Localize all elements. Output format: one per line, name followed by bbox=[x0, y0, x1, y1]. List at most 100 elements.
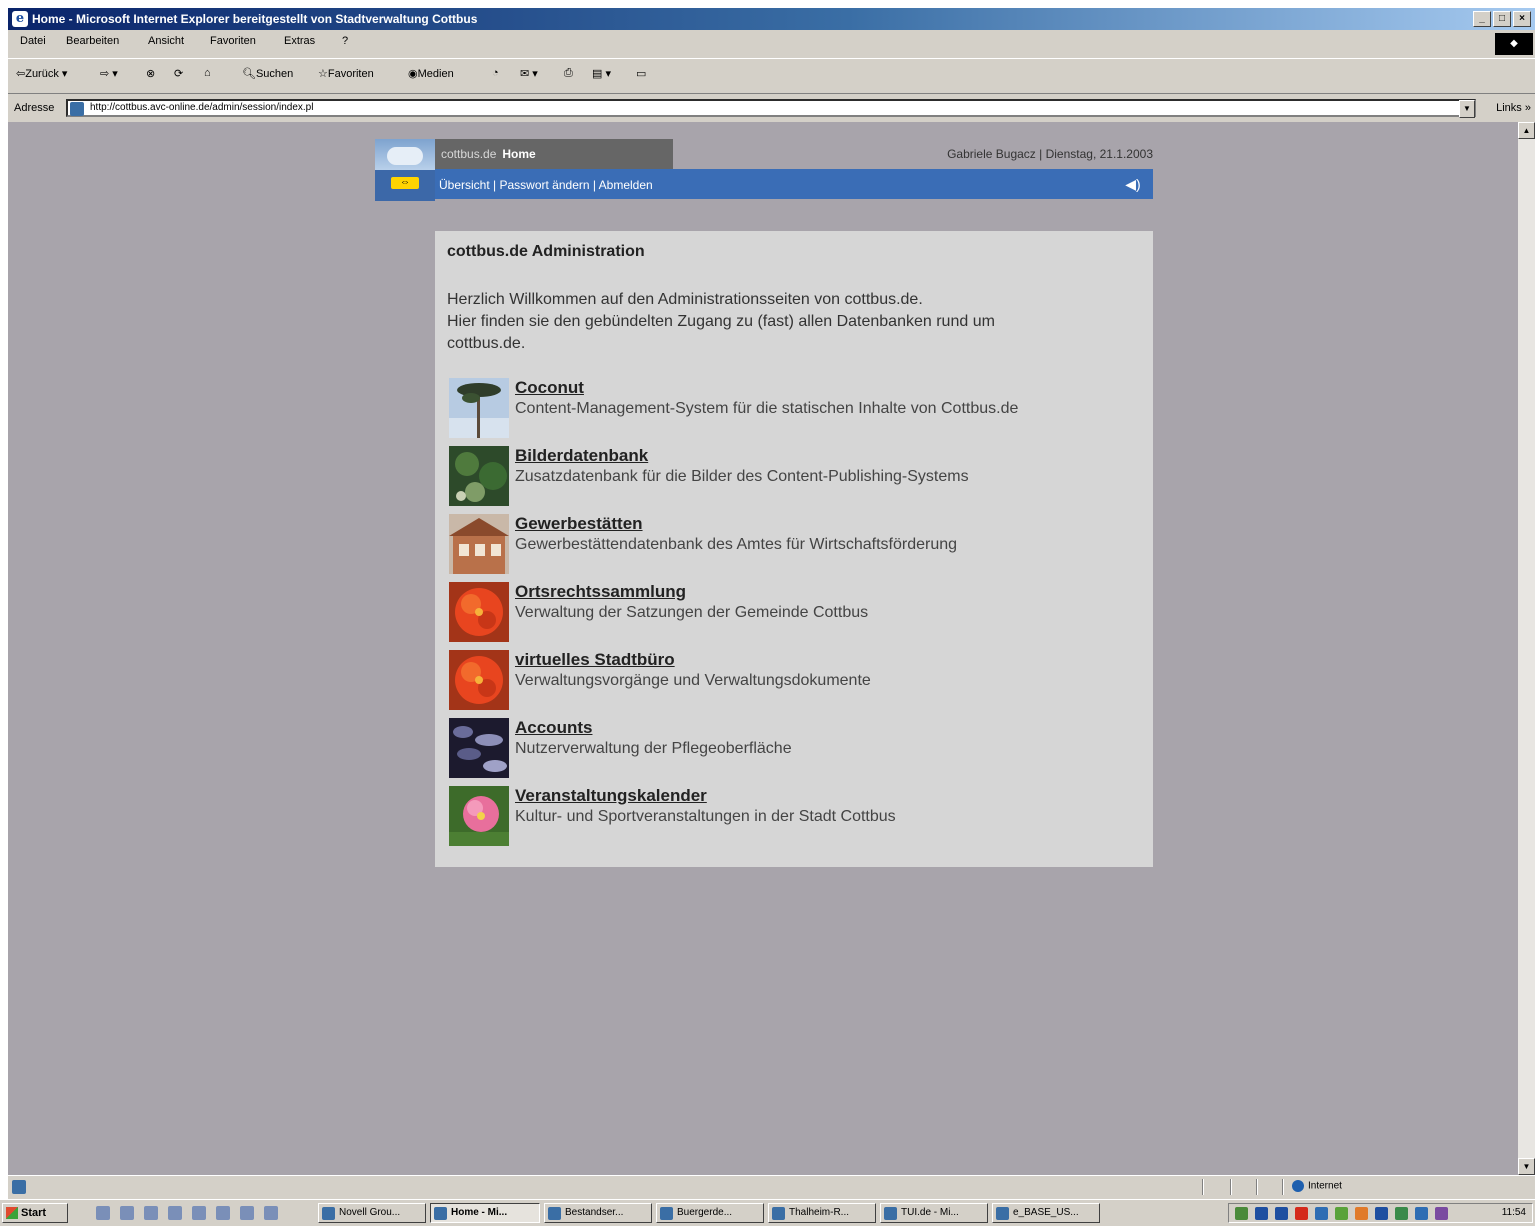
entry-link-accounts[interactable]: Accounts bbox=[515, 718, 592, 738]
minimize-button[interactable]: _ bbox=[1473, 11, 1491, 27]
home-icon[interactable]: ⌂ bbox=[204, 67, 211, 79]
ie-icon bbox=[884, 1207, 897, 1220]
mail-icon[interactable]: ✉ ▾ bbox=[520, 67, 538, 80]
taskbar-item[interactable]: Novell Grou... bbox=[318, 1203, 426, 1223]
taskbar-item[interactable]: TUI.de - Mi... bbox=[880, 1203, 988, 1223]
menu-datei[interactable]: Datei bbox=[20, 35, 46, 47]
ie-icon: e bbox=[12, 11, 28, 27]
novell-tray-icon[interactable] bbox=[1295, 1207, 1308, 1220]
back-arrow-icon: ⇦ bbox=[16, 68, 26, 80]
nav-overview-link[interactable]: Übersicht bbox=[439, 178, 490, 192]
address-label: Adresse bbox=[14, 102, 55, 114]
tray-icon[interactable] bbox=[1255, 1207, 1268, 1220]
address-input[interactable]: http://cottbus.avc-online.de/admin/sessi… bbox=[66, 99, 1476, 117]
start-button[interactable]: Start bbox=[2, 1203, 68, 1223]
entry-description: Verwaltung der Satzungen der Gemeinde Co… bbox=[515, 604, 869, 621]
entry-link-gewerbestaetten[interactable]: Gewerbestätten bbox=[515, 514, 643, 534]
speaker-icon[interactable]: ◀) bbox=[1123, 174, 1143, 194]
quicklaunch-excel-icon[interactable] bbox=[216, 1206, 230, 1220]
quicklaunch-ie-icon[interactable] bbox=[120, 1206, 134, 1220]
tray-icon[interactable] bbox=[1435, 1207, 1448, 1220]
menu-ansicht[interactable]: Ansicht bbox=[148, 35, 184, 47]
entry-link-ortsrechtssammlung[interactable]: Ortsrechtssammlung bbox=[515, 582, 686, 602]
entry-description: Nutzerverwaltung der Pflegeoberfläche bbox=[515, 740, 792, 757]
address-dropdown-icon[interactable]: ▼ bbox=[1459, 100, 1475, 118]
media-icon: ◉ bbox=[408, 68, 418, 80]
search-button[interactable]: 🔍︎Suchen bbox=[242, 67, 293, 80]
entry-description: Zusatzdatenbank für die Bilder des Conte… bbox=[515, 468, 969, 485]
menu-bearbeiten[interactable]: Bearbeiten bbox=[66, 35, 119, 47]
red-flower-image[interactable] bbox=[449, 582, 509, 642]
tray-icon[interactable] bbox=[1375, 1207, 1388, 1220]
entry-link-virtuelles-stadtbuero[interactable]: virtuelles Stadtbüro bbox=[515, 650, 675, 670]
back-button[interactable]: ⇦Zurück ▾ bbox=[16, 67, 67, 80]
garden-image[interactable] bbox=[449, 446, 509, 506]
discuss-icon[interactable]: ▭ bbox=[636, 67, 646, 80]
taskbar-item[interactable]: Buergerde... bbox=[656, 1203, 764, 1223]
tray-icon[interactable] bbox=[1395, 1207, 1408, 1220]
search-icon: 🔍︎ bbox=[242, 68, 256, 80]
taskbar-item[interactable]: Thalheim-R... bbox=[768, 1203, 876, 1223]
menu-bar: Datei Bearbeiten Ansicht Favoriten Extra… bbox=[8, 32, 1535, 55]
menu-extras[interactable]: Extras bbox=[284, 35, 315, 47]
favorites-button[interactable]: ☆Favoriten bbox=[318, 67, 374, 80]
nav-change-password-link[interactable]: Passwort ändern bbox=[499, 178, 589, 192]
intro-line: cottbus.de. bbox=[447, 335, 526, 352]
scroll-down-icon[interactable]: ▼ bbox=[1518, 1158, 1535, 1175]
browser-window: e Home - Microsoft Internet Explorer ber… bbox=[8, 8, 1535, 1205]
entry-link-coconut[interactable]: Coconut bbox=[515, 378, 584, 398]
taskbar-item[interactable]: Bestandser... bbox=[544, 1203, 652, 1223]
scroll-up-icon[interactable]: ▲ bbox=[1518, 122, 1535, 139]
user-info: Gabriele Bugacz | Dienstag, 21.1.2003 bbox=[947, 147, 1153, 161]
links-button[interactable]: Links » bbox=[1496, 102, 1531, 114]
site-name: cottbus.de Home bbox=[441, 147, 536, 161]
tray-icon[interactable] bbox=[1355, 1207, 1368, 1220]
list-item: Accounts Nutzerverwaltung der Pflegeober… bbox=[449, 718, 1139, 780]
address-url: http://cottbus.avc-online.de/admin/sessi… bbox=[90, 102, 314, 113]
menu-favoriten[interactable]: Favoriten bbox=[210, 35, 256, 47]
red-flower-image[interactable] bbox=[449, 650, 509, 710]
entry-link-veranstaltungskalender[interactable]: Veranstaltungskalender bbox=[515, 786, 707, 806]
forward-button[interactable]: ⇨ ▾ bbox=[100, 67, 118, 80]
quicklaunch-word-icon[interactable] bbox=[192, 1206, 206, 1220]
refresh-icon[interactable]: ⟳ bbox=[174, 67, 183, 80]
tray-icon[interactable] bbox=[1235, 1207, 1248, 1220]
vertical-scrollbar[interactable]: ▲ ▼ bbox=[1518, 122, 1535, 1175]
tray-icon[interactable] bbox=[1335, 1207, 1348, 1220]
history-icon[interactable]: ◔ bbox=[492, 67, 499, 79]
quicklaunch-media-icon[interactable] bbox=[168, 1206, 182, 1220]
nav-logout-link[interactable]: Abmelden bbox=[599, 178, 653, 192]
media-button[interactable]: ◉Medien bbox=[408, 67, 454, 80]
building-image[interactable] bbox=[449, 514, 509, 574]
palm-tree-image[interactable] bbox=[449, 378, 509, 438]
tray-icon[interactable] bbox=[1415, 1207, 1428, 1220]
taskbar-item[interactable]: Home - Mi... bbox=[430, 1203, 540, 1223]
edit-icon[interactable]: ▤ ▾ bbox=[592, 67, 611, 80]
pink-flower-image[interactable] bbox=[449, 786, 509, 846]
quicklaunch-desktop-icon[interactable] bbox=[96, 1206, 110, 1220]
crowd-image[interactable] bbox=[449, 718, 509, 778]
pdf-icon bbox=[660, 1207, 673, 1220]
menu-help[interactable]: ? bbox=[342, 35, 348, 47]
entry-description: Kultur- und Sportveranstaltungen in der … bbox=[515, 808, 896, 825]
taskbar-item[interactable]: e_BASE_US... bbox=[992, 1203, 1100, 1223]
pdf-icon bbox=[772, 1207, 785, 1220]
quicklaunch-explorer-icon[interactable] bbox=[240, 1206, 254, 1220]
tray-icon[interactable] bbox=[1275, 1207, 1288, 1220]
site-header: ⇔ cottbus.de Home Gabriele Bugacz | Diens… bbox=[375, 139, 1153, 201]
close-button[interactable]: × bbox=[1513, 11, 1531, 27]
cloud-icon bbox=[387, 147, 423, 165]
list-item: Bilderdatenbank Zusatzdatenbank für die … bbox=[449, 446, 1139, 508]
stop-icon[interactable]: ⊗ bbox=[146, 67, 155, 80]
maximize-button[interactable]: □ bbox=[1493, 11, 1511, 27]
title-bar: e Home - Microsoft Internet Explorer ber… bbox=[8, 8, 1535, 30]
quicklaunch-folder-icon[interactable] bbox=[264, 1206, 278, 1220]
tray-icon[interactable] bbox=[1315, 1207, 1328, 1220]
print-icon[interactable]: ⎙ bbox=[564, 67, 573, 80]
entry-link-bilderdatenbank[interactable]: Bilderdatenbank bbox=[515, 446, 648, 466]
page-icon bbox=[70, 102, 84, 116]
quicklaunch-outlook-icon[interactable] bbox=[144, 1206, 158, 1220]
clock: 11:54 bbox=[1501, 1207, 1526, 1218]
pdf-icon bbox=[996, 1207, 1009, 1220]
status-bar: Internet bbox=[8, 1175, 1535, 1198]
